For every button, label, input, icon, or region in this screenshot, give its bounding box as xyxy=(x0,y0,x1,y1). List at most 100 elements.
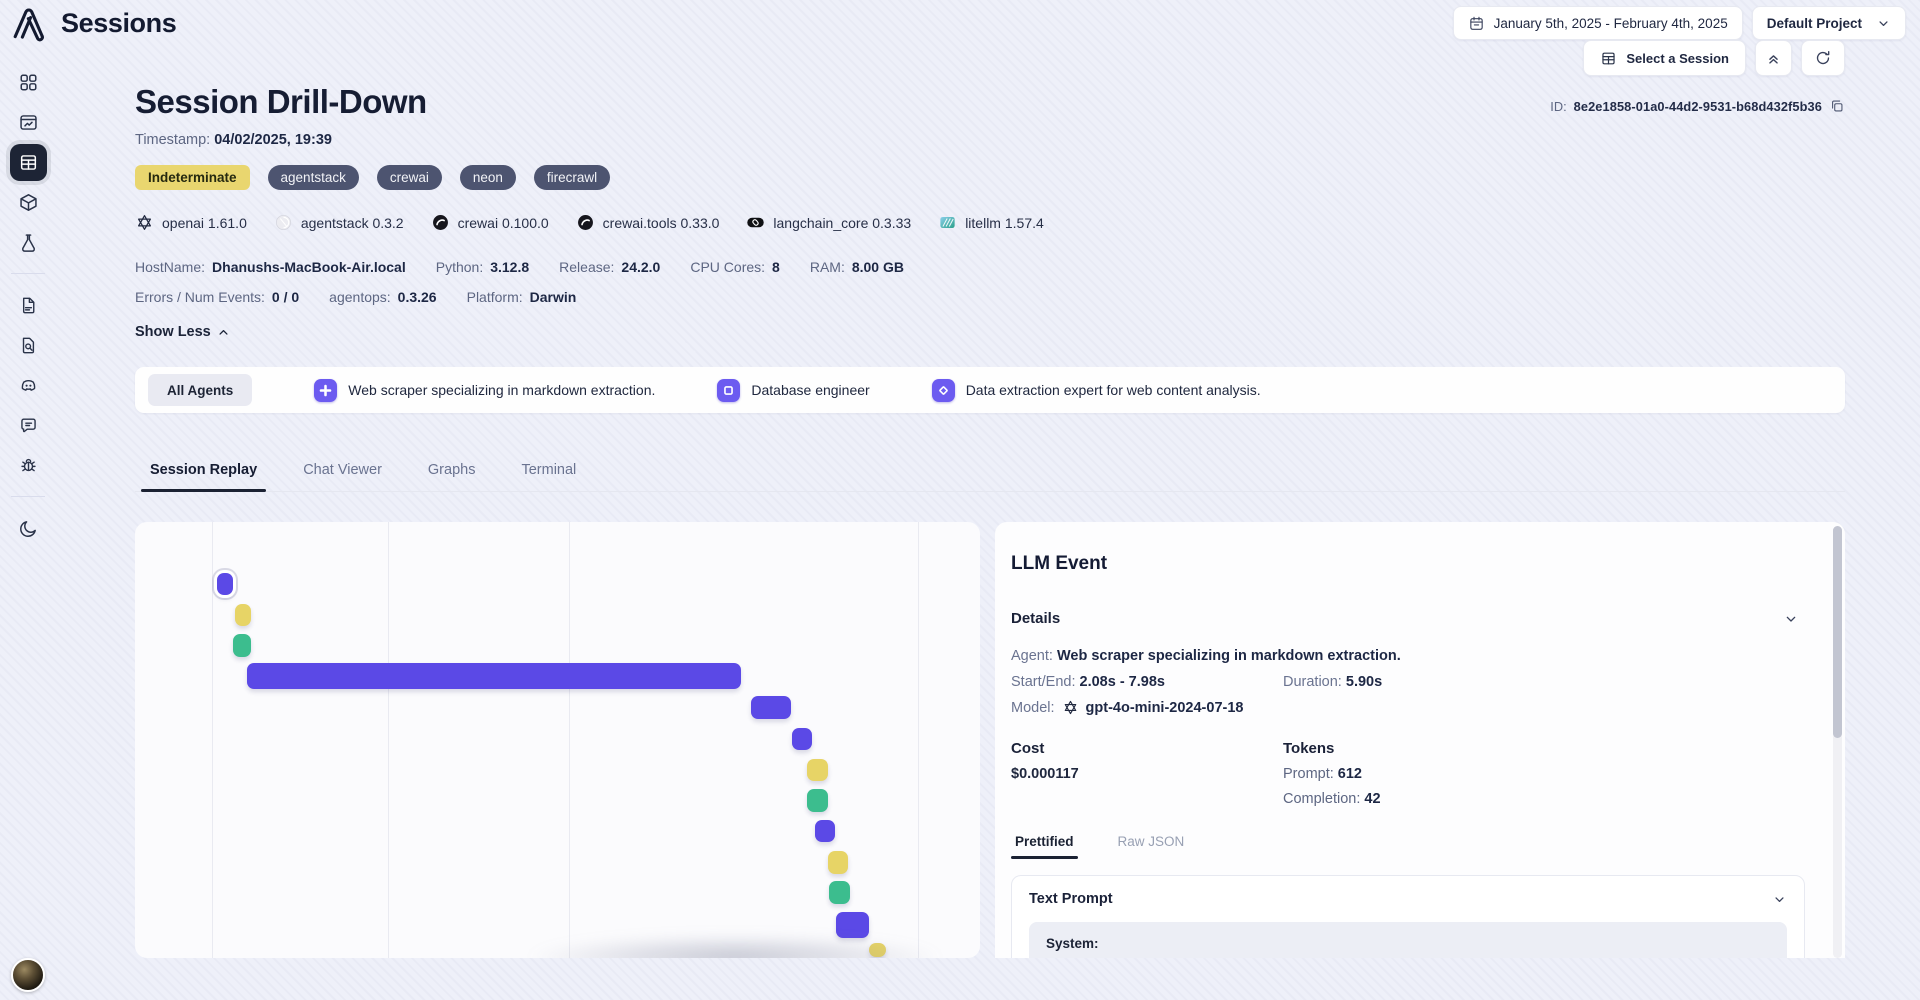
cost-label: Cost xyxy=(1011,740,1283,757)
text-prompt-header[interactable]: Text Prompt xyxy=(1029,891,1787,907)
completion-tokens-value: 42 xyxy=(1364,791,1380,807)
gantt-bar[interactable] xyxy=(792,728,812,750)
sidebar-item-cube[interactable] xyxy=(8,182,48,222)
gantt-bar[interactable] xyxy=(815,820,835,842)
agent-label: Data extraction expert for web content a… xyxy=(966,382,1261,398)
chevron-down-icon xyxy=(1783,611,1799,627)
langchain-icon xyxy=(746,213,765,232)
gantt-bar[interactable] xyxy=(751,696,791,719)
gantt-bar[interactable] xyxy=(807,789,828,812)
sidebar-item-flask[interactable] xyxy=(8,222,48,262)
gantt-bar[interactable] xyxy=(869,943,886,957)
copy-icon xyxy=(1829,98,1845,114)
duration-label: Duration: xyxy=(1283,674,1342,690)
package-item: crewai 0.100.0 xyxy=(431,213,549,232)
package-label: agentstack 0.3.2 xyxy=(301,215,404,231)
chevron-down-icon xyxy=(1876,16,1891,31)
user-avatar[interactable] xyxy=(11,958,45,992)
doc-file-icon xyxy=(18,295,39,316)
sidebar-item-chat[interactable] xyxy=(8,405,48,445)
completion-tokens-row: Completion: 42 xyxy=(1283,791,1799,807)
tag-pill: firecrawl xyxy=(534,165,610,190)
start-end-row: Start/End: 2.08s - 7.98s xyxy=(1011,674,1283,690)
agent-glyph xyxy=(935,382,952,399)
host-stat-label: agentops: xyxy=(329,289,391,305)
sidebar-item-moon[interactable] xyxy=(8,508,48,548)
gantt-bar[interactable] xyxy=(233,634,251,657)
project-select[interactable]: Default Project xyxy=(1752,6,1906,40)
tab-session-replay[interactable]: Session Replay xyxy=(141,462,266,491)
gantt-bar[interactable] xyxy=(247,663,741,689)
tags-row: Indeterminate agentstackcrewaineonfirecr… xyxy=(135,165,1845,190)
host-stat: Errors / Num Events:0 / 0 xyxy=(135,289,299,305)
copy-id-button[interactable] xyxy=(1829,98,1845,114)
window-chart-icon xyxy=(18,112,39,133)
gantt-bar[interactable] xyxy=(217,573,233,595)
details-section-header[interactable]: Details xyxy=(1011,610,1799,627)
detail-tab-prettified[interactable]: Prettified xyxy=(1015,834,1074,859)
sidebar-item-window-chart[interactable] xyxy=(8,102,48,142)
sidebar-item-sessions-table[interactable] xyxy=(10,144,47,181)
project-label: Default Project xyxy=(1767,16,1862,31)
date-range-picker[interactable]: January 5th, 2025 - February 4th, 2025 xyxy=(1453,6,1743,40)
gantt-bar[interactable] xyxy=(829,881,850,904)
tokens-block: Tokens Prompt: 612 Completion: 42 xyxy=(1283,740,1799,807)
host-stat: HostName:Dhanushs-MacBook-Air.local xyxy=(135,259,406,275)
gantt-bar[interactable] xyxy=(828,851,848,874)
refresh-button[interactable] xyxy=(1801,40,1845,76)
agent-plus-icon xyxy=(314,379,337,402)
package-label: crewai 0.100.0 xyxy=(458,215,549,231)
main-content: Session Drill-Down Timestamp: 04/02/2025… xyxy=(56,46,1920,1000)
date-range-label: January 5th, 2025 - February 4th, 2025 xyxy=(1494,16,1728,31)
package-item: agentstack 0.3.2 xyxy=(274,213,404,232)
tab-chat-viewer[interactable]: Chat Viewer xyxy=(294,462,391,491)
gantt-bar[interactable] xyxy=(807,759,828,781)
package-item: langchain_core 0.3.33 xyxy=(746,213,911,232)
calendar-icon xyxy=(1468,15,1485,32)
session-id-row: ID: 8e2e1858-01a0-44d2-9531-b68d432f5b36 xyxy=(1550,98,1845,114)
crewai-icon xyxy=(576,213,595,232)
sidebar-item-doc-file[interactable] xyxy=(8,285,48,325)
agent-glyph xyxy=(720,382,737,399)
sidebar-item-bug[interactable] xyxy=(8,445,48,485)
agent-diamond-icon xyxy=(932,379,955,402)
gridline xyxy=(918,522,919,958)
agent-filter-item[interactable]: Database engineer xyxy=(717,379,869,402)
flask-icon xyxy=(18,232,39,253)
host-stat-label: Errors / Num Events: xyxy=(135,289,265,305)
host-stat-label: RAM: xyxy=(810,259,845,275)
all-agents-button[interactable]: All Agents xyxy=(148,374,252,406)
gridline xyxy=(212,522,213,958)
completion-tokens-label: Completion: xyxy=(1283,791,1360,807)
gantt-bar[interactable] xyxy=(235,604,251,626)
sidebar-item-discord[interactable] xyxy=(8,365,48,405)
panel-scrollbar-thumb[interactable] xyxy=(1833,526,1842,738)
moon-icon xyxy=(18,518,39,539)
tab-terminal[interactable]: Terminal xyxy=(512,462,585,491)
event-title: LLM Event xyxy=(1011,553,1799,575)
tab-graphs[interactable]: Graphs xyxy=(419,462,485,491)
litellm-icon xyxy=(938,213,957,232)
host-stat: Release:24.2.0 xyxy=(559,259,660,275)
sessions-table-icon xyxy=(18,152,39,173)
select-session-button[interactable]: Select a Session xyxy=(1583,40,1746,76)
agentops-logo-icon xyxy=(12,3,52,43)
package-label: openai 1.61.0 xyxy=(162,215,247,231)
detail-tab-raw-json[interactable]: Raw JSON xyxy=(1118,834,1185,859)
agent-filter-item[interactable]: Web scraper specializing in markdown ext… xyxy=(314,379,655,402)
agents-bar: All Agents Web scraper specializing in m… xyxy=(135,367,1845,413)
refresh-icon xyxy=(1814,49,1832,67)
gantt-bar[interactable] xyxy=(836,912,869,938)
tag-pill: agentstack xyxy=(268,165,359,190)
sidebar-item-file-search[interactable] xyxy=(8,325,48,365)
sidebar-item-apps[interactable] xyxy=(8,62,48,102)
app-title: Sessions xyxy=(61,8,176,39)
show-less-button[interactable]: Show Less xyxy=(135,324,231,340)
agent-row: Agent: Web scraper specializing in markd… xyxy=(1011,648,1799,664)
package-item: openai 1.61.0 xyxy=(135,213,247,232)
package-item: litellm 1.57.4 xyxy=(938,213,1044,232)
collapse-button[interactable] xyxy=(1755,40,1792,76)
agent-filter-item[interactable]: Data extraction expert for web content a… xyxy=(932,379,1261,402)
packages-row: openai 1.61.0 agentstack 0.3.2 crewai 0.10… xyxy=(135,213,1845,232)
tag-pill: crewai xyxy=(377,165,442,190)
